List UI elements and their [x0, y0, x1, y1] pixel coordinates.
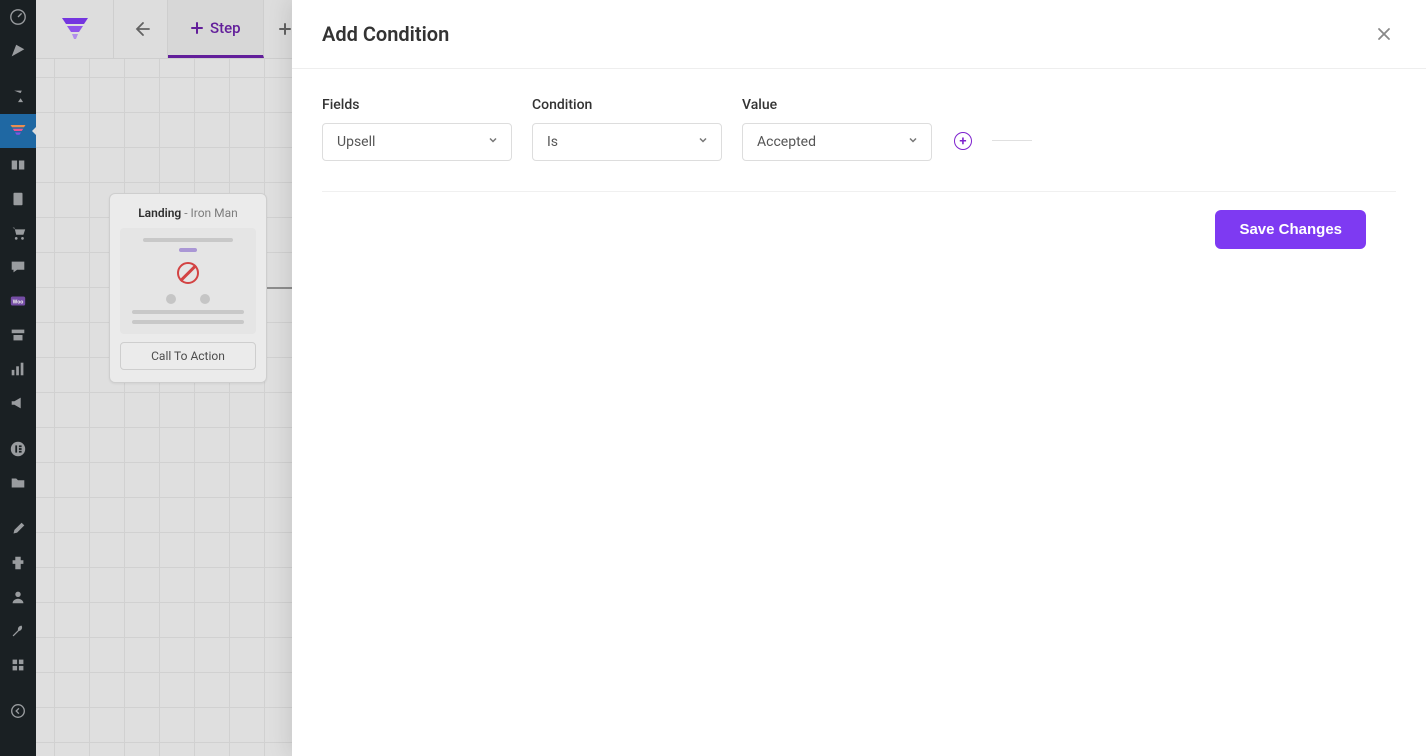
save-changes-button[interactable]: Save Changes — [1215, 210, 1366, 249]
value-label: Value — [742, 97, 932, 113]
fields-select[interactable]: Upsell — [322, 123, 512, 161]
condition-label: Condition — [532, 97, 722, 113]
add-condition-panel: Add Condition Fields Upsell Condition Is — [292, 0, 1426, 756]
condition-group: Condition Is — [532, 97, 722, 161]
value-select[interactable]: Accepted — [742, 123, 932, 161]
fields-value: Upsell — [337, 134, 375, 150]
chevron-down-icon — [487, 134, 499, 150]
panel-body: Fields Upsell Condition Is Value Accepte… — [292, 69, 1426, 295]
condition-row: Fields Upsell Condition Is Value Accepte… — [322, 97, 1396, 192]
close-button[interactable] — [1372, 22, 1396, 46]
chevron-down-icon — [907, 134, 919, 150]
fields-label: Fields — [322, 97, 512, 113]
value-group: Value Accepted — [742, 97, 932, 161]
chevron-down-icon — [697, 134, 709, 150]
value-value: Accepted — [757, 134, 816, 150]
fields-group: Fields Upsell — [322, 97, 512, 161]
panel-title: Add Condition — [322, 22, 449, 46]
condition-value: Is — [547, 134, 558, 150]
panel-header: Add Condition — [292, 0, 1426, 69]
panel-footer: Save Changes — [322, 192, 1396, 267]
close-icon — [1374, 24, 1394, 44]
condition-select[interactable]: Is — [532, 123, 722, 161]
connector-line — [992, 140, 1032, 141]
plus-icon: + — [959, 135, 966, 148]
add-condition-button[interactable]: + — [954, 132, 972, 150]
